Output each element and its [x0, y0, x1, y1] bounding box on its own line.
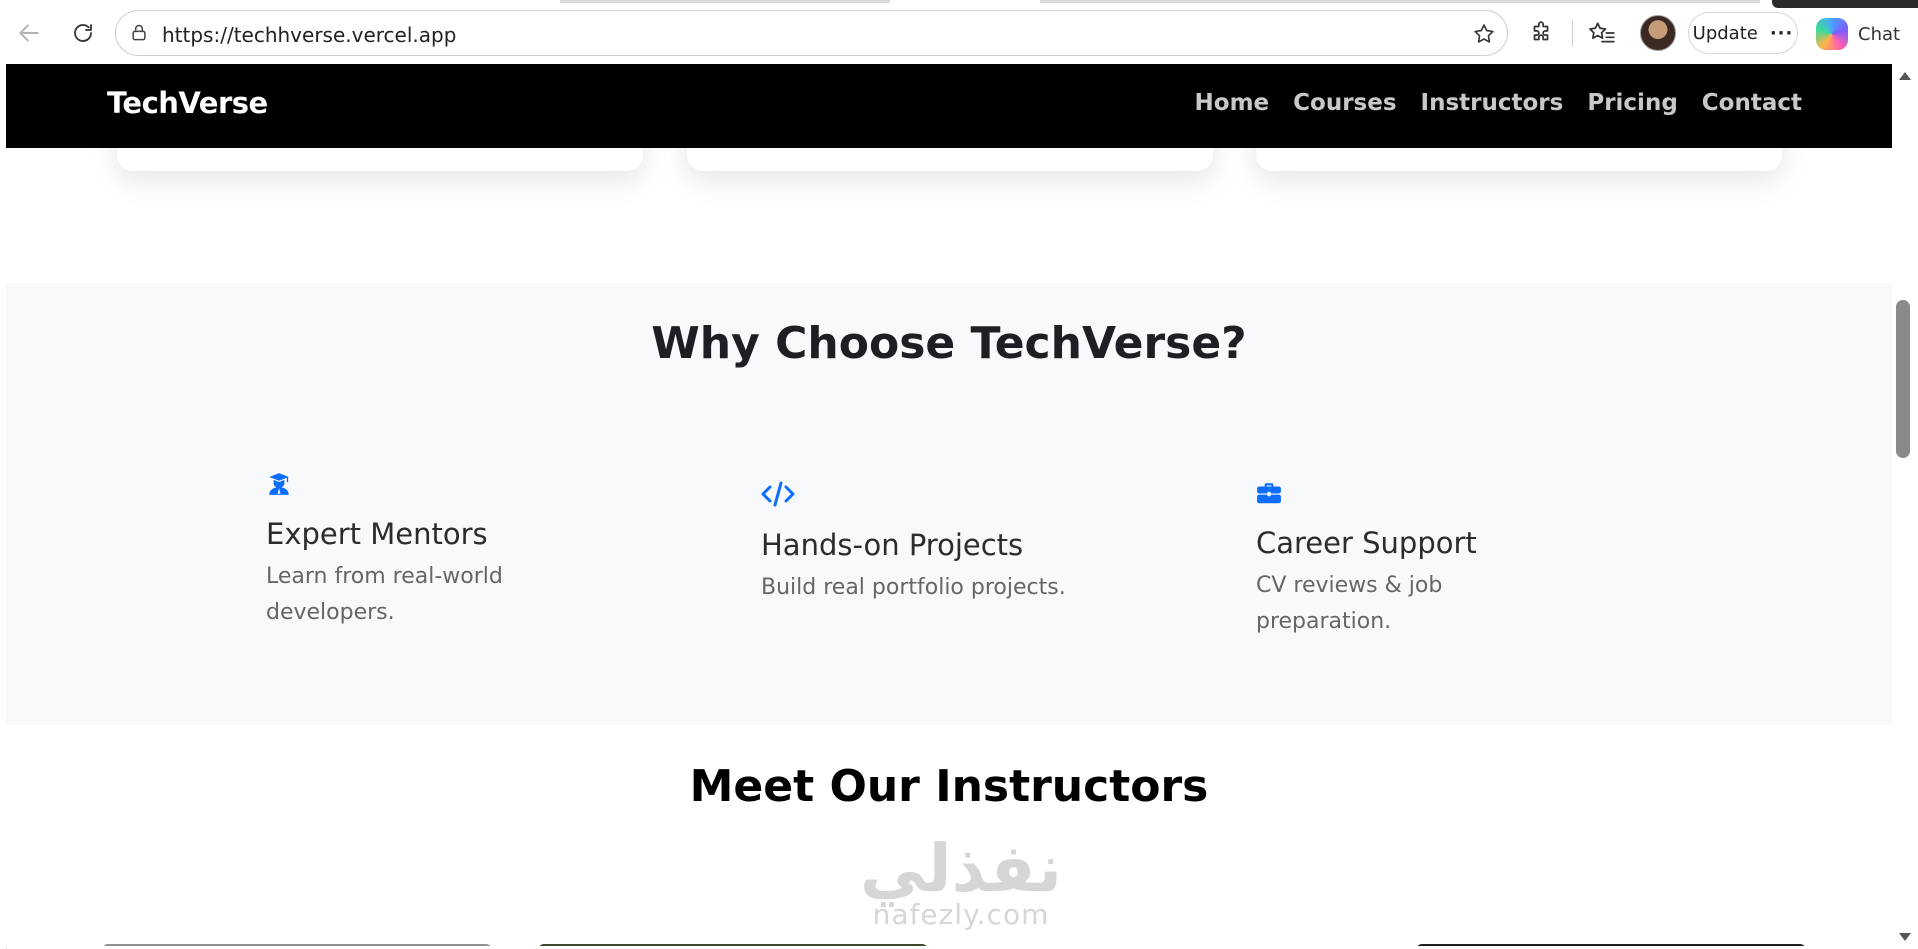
profile-avatar[interactable] [1640, 15, 1676, 51]
vertical-scrollbar[interactable] [1892, 64, 1918, 949]
copilot-chat-button[interactable]: Chat [1816, 14, 1900, 54]
instructor-photo[interactable] [538, 944, 928, 946]
url-text[interactable]: https://techhverse.vercel.app [162, 23, 456, 47]
scrollbar-thumb[interactable] [1896, 300, 1910, 458]
nav-link-instructors[interactable]: Instructors [1421, 90, 1564, 116]
watermark-latin: nafezly.com [872, 898, 1050, 931]
features-section: Why Choose TechVerse? Expert Mentors Lea… [6, 283, 1892, 725]
watermark-arabic: نفذلي [860, 830, 1062, 907]
tab-edge [1772, 0, 1918, 8]
instructor-photo[interactable] [1416, 944, 1806, 946]
features-title: Why Choose TechVerse? [651, 318, 1247, 369]
back-button[interactable] [10, 14, 48, 52]
site-navbar: TechVerse Home Courses Instructors Prici… [6, 64, 1892, 148]
site-brand[interactable]: TechVerse [107, 86, 268, 120]
instructor-photo[interactable] [102, 944, 492, 946]
feature-expert-mentors: Expert Mentors Learn from real-world dev… [266, 471, 566, 631]
arrow-left-icon [19, 24, 39, 42]
briefcase-icon [1257, 483, 1281, 504]
favorites-list-icon[interactable] [1585, 16, 1619, 50]
feature-title: Career Support [1256, 526, 1477, 560]
feature-description: CV reviews & job preparation. [1256, 573, 1443, 634]
feature-title: Expert Mentors [266, 517, 488, 551]
page-viewport: TechVerse Home Courses Instructors Prici… [6, 64, 1892, 946]
feature-description: Learn from real-world developers. [266, 564, 503, 625]
site-info-icon[interactable] [128, 22, 150, 44]
nav-link-contact[interactable]: Contact [1702, 90, 1802, 116]
update-button[interactable]: Update ··· [1688, 12, 1798, 54]
chat-label: Chat [1858, 23, 1901, 45]
more-menu-icon[interactable]: ··· [1770, 23, 1794, 44]
reload-button[interactable] [64, 14, 102, 52]
scroll-up-arrow-icon[interactable] [1899, 72, 1911, 80]
scroll-down-arrow-icon[interactable] [1899, 933, 1911, 941]
feature-hands-on-projects: Hands-on Projects Build real portfolio p… [761, 480, 1066, 606]
feature-description: Build real portfolio projects. [761, 575, 1066, 600]
extensions-puzzle-icon[interactable] [1524, 16, 1558, 50]
update-label: Update [1692, 22, 1758, 44]
tab-edge [1040, 0, 1760, 3]
feature-career-support: Career Support CV reviews & job preparat… [1256, 480, 1556, 640]
watermark: نفذلي nafezly.com [846, 830, 1076, 932]
code-icon [761, 481, 795, 507]
nav-links: Home Courses Instructors Pricing Contact [1195, 90, 1802, 116]
feature-title: Hands-on Projects [761, 528, 1024, 562]
copilot-icon [1816, 18, 1848, 50]
nav-link-pricing[interactable]: Pricing [1587, 90, 1677, 116]
address-bar[interactable]: https://techhverse.vercel.app [115, 10, 1508, 56]
favorite-star-icon[interactable] [1469, 19, 1499, 49]
graduation-user-icon [269, 473, 289, 495]
tab-edge [560, 0, 890, 3]
nav-link-courses[interactable]: Courses [1293, 90, 1396, 116]
browser-toolbar: https://techhverse.vercel.app Update ···… [0, 0, 1918, 64]
instructors-title: Meet Our Instructors [689, 761, 1209, 812]
nav-link-home[interactable]: Home [1195, 90, 1270, 116]
toolbar-divider [1572, 20, 1573, 46]
reload-icon [74, 24, 92, 42]
